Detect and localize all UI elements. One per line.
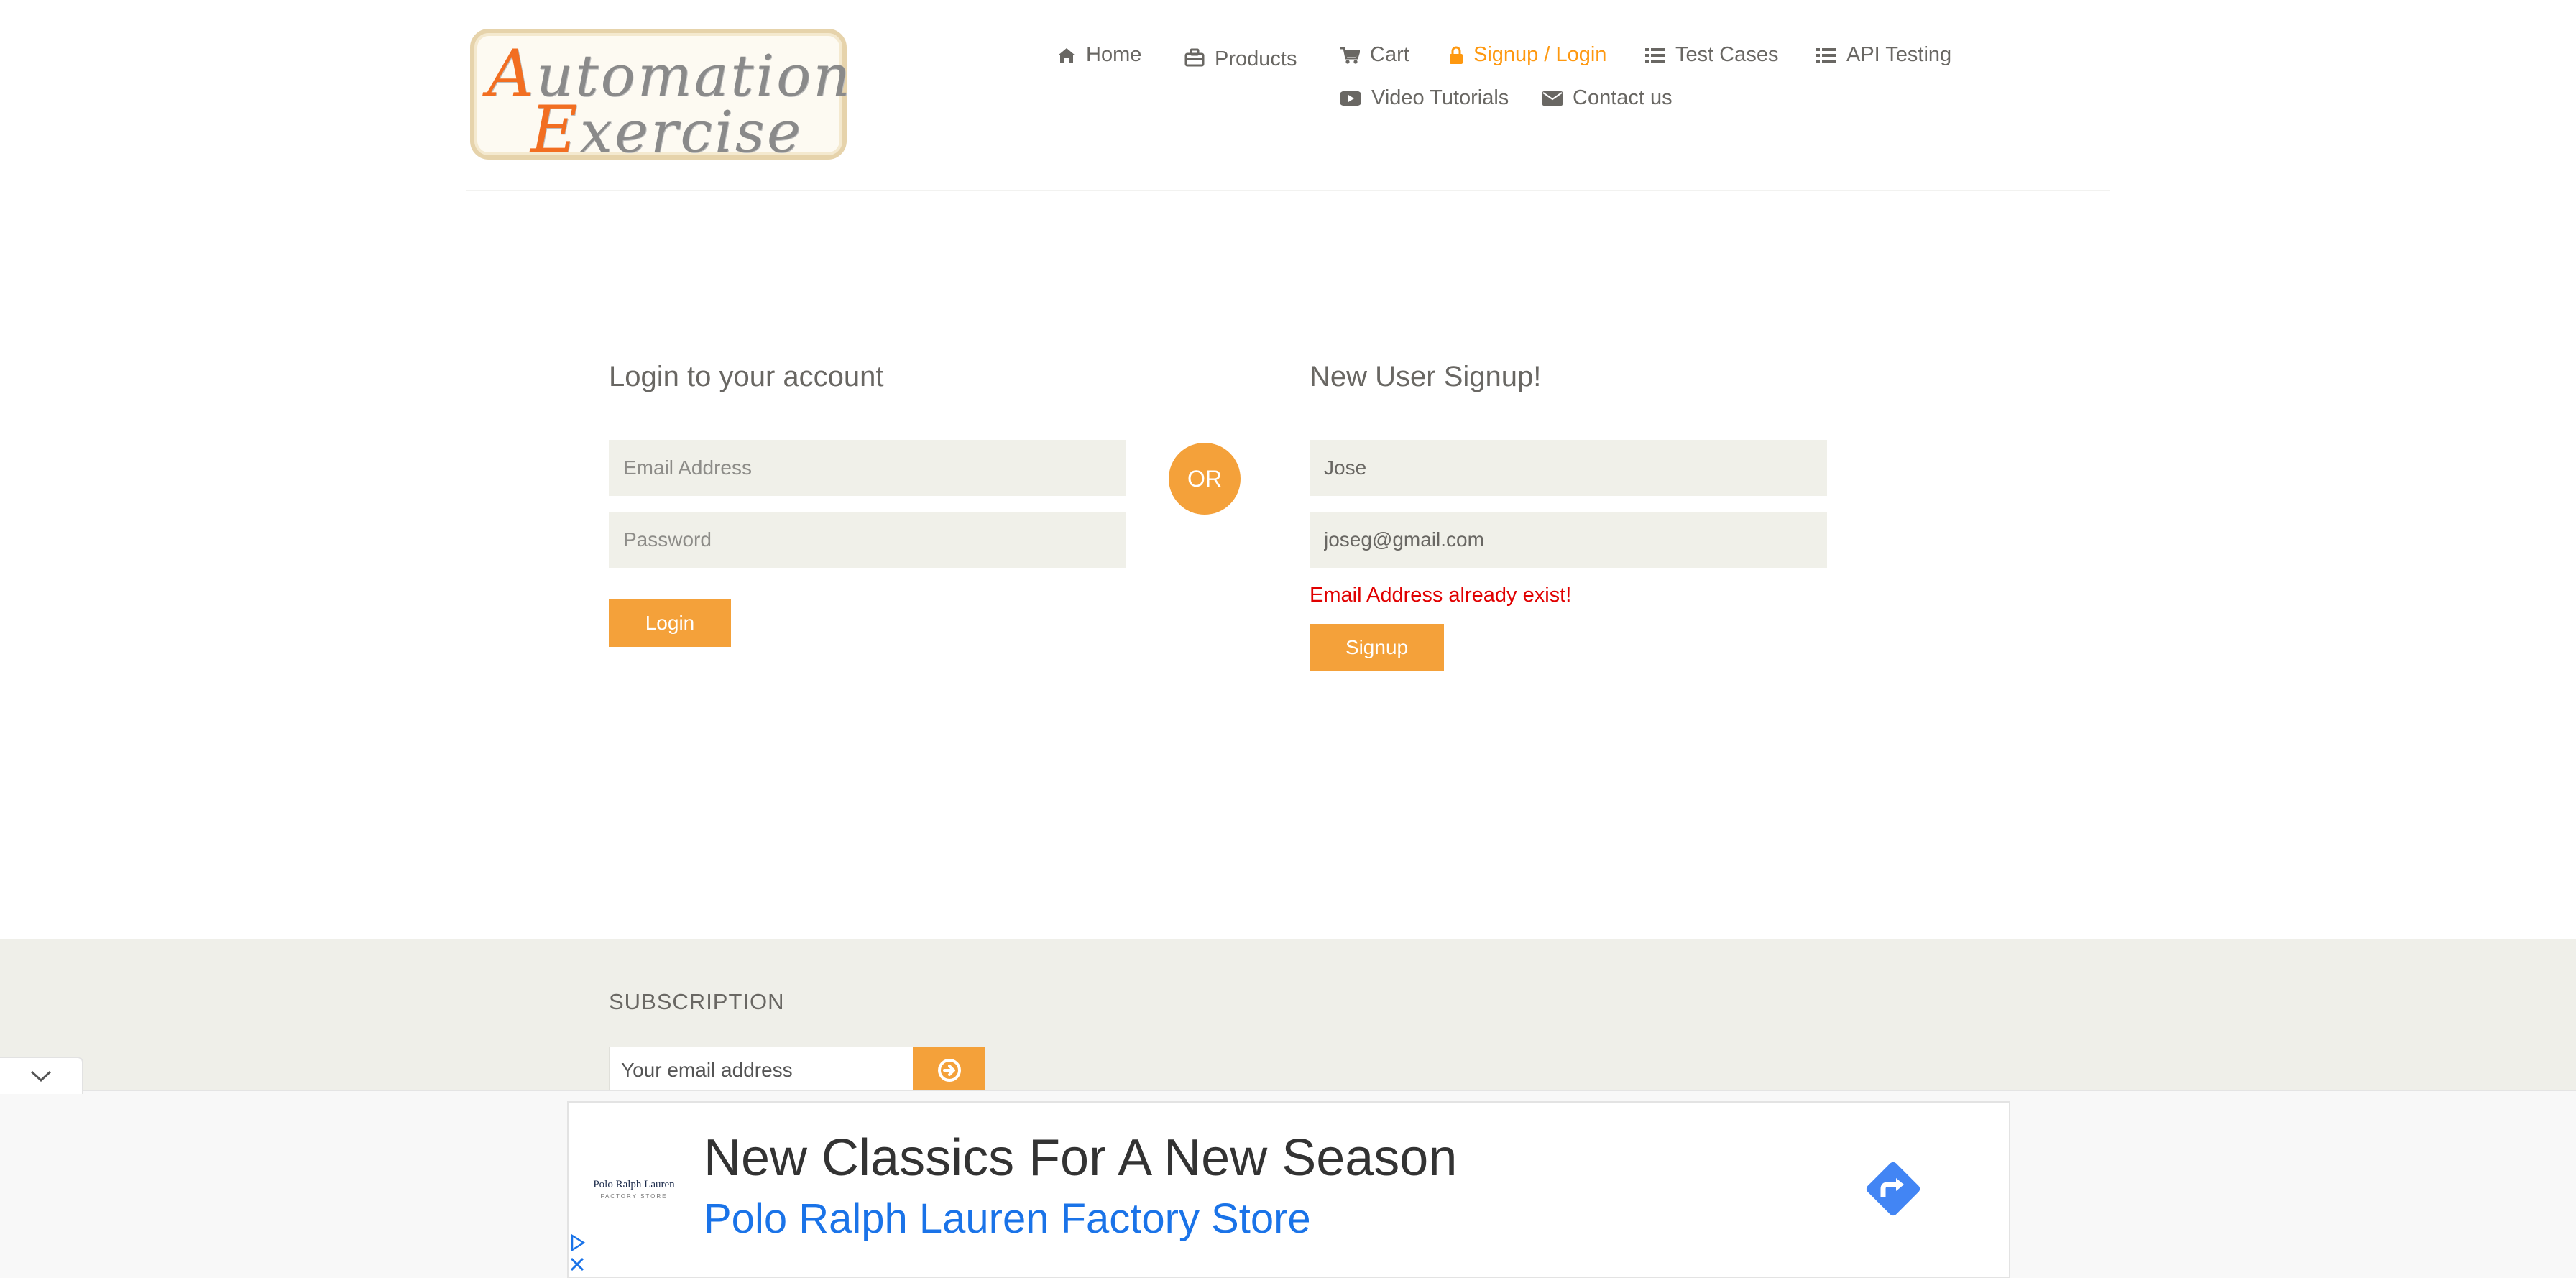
nav-contact-us-label: Contact us [1573,86,1673,109]
site-logo[interactable]: Automation Exercise [470,29,850,167]
header-divider [466,190,2110,191]
or-badge: OR [1169,443,1241,515]
nav-home[interactable]: Home [1057,43,1141,67]
nav-signup-login[interactable]: Signup / Login [1449,43,1606,67]
nav-test-cases[interactable]: Test Cases [1645,43,1778,67]
adchoices-icon[interactable] [568,1233,586,1252]
home-icon [1058,47,1075,63]
nav-test-cases-label: Test Cases [1675,43,1779,66]
directions-arrow-icon[interactable] [1857,1153,1929,1225]
ad-headline[interactable]: New Classics For A New Season [704,1128,1457,1187]
ad-card[interactable] [567,1101,2010,1278]
nav-signup-login-label: Signup / Login [1473,43,1607,66]
nav-cart[interactable]: Cart [1340,43,1409,67]
nav-video-tutorials-label: Video Tutorials [1371,86,1509,109]
nav-api-testing-label: API Testing [1846,43,1952,66]
nav-products-label: Products [1215,47,1297,70]
subscription-title: SUBSCRIPTION [609,989,785,1014]
nav-video-tutorials[interactable]: Video Tutorials [1340,86,1509,110]
ad-advertiser-link[interactable]: Polo Ralph Lauren Factory Store [704,1195,1311,1243]
briefcase-icon [1184,48,1205,66]
chevron-down-icon [30,1070,52,1082]
signup-error-message: Email Address already exist! [1310,584,1572,607]
lock-icon [1450,46,1463,64]
logo-letter-e: E [530,92,580,167]
youtube-play-icon [1340,91,1361,106]
nav-home-label: Home [1086,43,1142,66]
login-email-input[interactable] [609,440,1126,496]
close-icon[interactable] [568,1255,586,1274]
signup-email-input[interactable] [1310,512,1827,568]
ad-brand-logo: Polo Ralph Lauren [593,1179,675,1190]
logo-letter-a: A [487,36,536,111]
ad-brand-logo-sub: FACTORY STORE [600,1193,668,1200]
subscription-email-input[interactable] [609,1047,914,1094]
logo-text-exercise: xercise [579,98,804,165]
nav-cart-label: Cart [1370,43,1409,66]
arrow-circle-right-icon [937,1059,961,1082]
cart-icon [1340,47,1360,64]
nav-contact-us[interactable]: Contact us [1542,86,1673,110]
subscribe-button[interactable] [913,1047,985,1094]
nav-products[interactable]: Products [1184,43,1297,71]
nav-api-testing[interactable]: API Testing [1816,43,1951,67]
ad-collapse-button[interactable] [0,1057,83,1094]
login-title: Login to your account [609,361,884,392]
envelope-icon [1542,91,1563,106]
list-icon [1816,47,1836,63]
signup-title: New User Signup! [1310,361,1542,392]
login-password-input[interactable] [609,512,1126,568]
signup-button[interactable]: Signup [1310,624,1444,671]
login-button[interactable]: Login [609,599,731,647]
header: Automation Exercise Home Products Cart S… [0,0,2576,193]
list-icon [1645,47,1665,63]
signup-name-input[interactable] [1310,440,1827,496]
